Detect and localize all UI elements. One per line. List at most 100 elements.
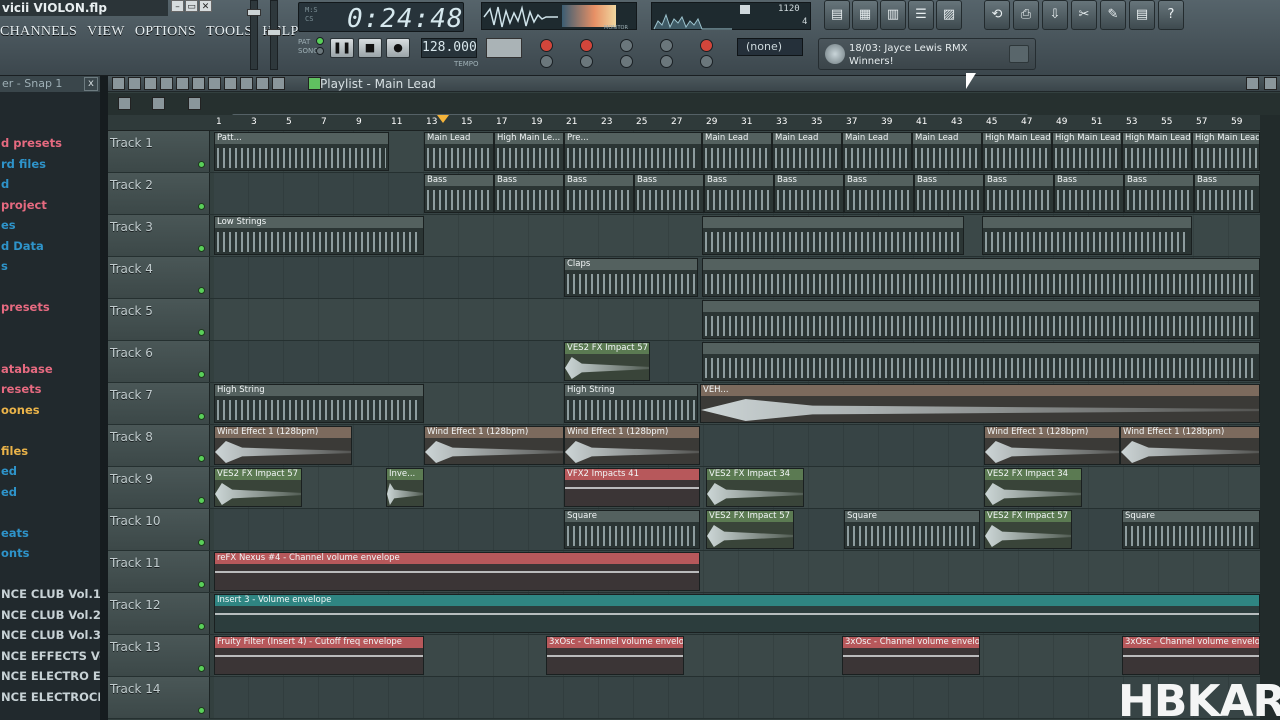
playlist-clip[interactable]: VES2 FX Impact 57 (564, 342, 650, 381)
pat-mode-led[interactable] (316, 37, 324, 45)
playlist-clip[interactable]: VES2 FX Impact 57 (214, 468, 302, 507)
playlist-clip[interactable]: Main Lead (772, 132, 842, 171)
pause-button[interactable]: ❚❚ (330, 38, 354, 58)
playlist-clip[interactable]: Bass (564, 174, 634, 213)
song-position-marker[interactable] (437, 115, 449, 123)
playlist-clip[interactable]: Bass (704, 174, 774, 213)
browser-item[interactable] (0, 277, 100, 298)
browser-item[interactable]: NCE ELECTROCH... (0, 687, 100, 708)
track-mute-led[interactable] (198, 497, 205, 504)
track-header[interactable]: Track 2 (108, 173, 210, 214)
track-header[interactable]: Track 10 (108, 509, 210, 550)
undo-icon[interactable]: ⟲ (984, 0, 1010, 30)
browser-item[interactable] (0, 318, 100, 339)
browser-item[interactable]: files (0, 441, 100, 462)
playlist-clip[interactable]: Inve... (386, 468, 424, 507)
slip-tool-icon[interactable] (208, 77, 221, 90)
automation-picker-icon[interactable] (188, 97, 201, 110)
track-lane[interactable]: High String High String VEH... (214, 383, 1260, 424)
track-header[interactable]: Track 14 (108, 677, 210, 718)
playlist-clip[interactable]: Bass (984, 174, 1054, 213)
browser-item[interactable]: resets (0, 379, 100, 400)
track-header[interactable]: Track 5 (108, 299, 210, 340)
browser-item[interactable]: NCE EFFECTS Vol.1 (0, 646, 100, 667)
info-icon[interactable]: ▤ (1129, 0, 1155, 30)
browser-item[interactable]: ed (0, 461, 100, 482)
playlist-clip[interactable]: High String (564, 384, 698, 423)
stop-button[interactable]: ■ (358, 38, 382, 58)
track-mute-led[interactable] (198, 245, 205, 252)
browser-item[interactable]: NCE CLUB Vol.1 (0, 584, 100, 605)
track-mute-led[interactable] (198, 623, 205, 630)
playlist-clip[interactable]: Wind Effect 1 (128bpm) (214, 426, 352, 465)
browser-item[interactable]: d presets (0, 133, 100, 154)
playlist-clip[interactable]: High Main Lead (1192, 132, 1260, 171)
playlist-clip[interactable] (702, 342, 1260, 381)
track-lane[interactable]: Insert 3 - Volume envelope (214, 593, 1260, 634)
track-mute-led[interactable] (198, 707, 205, 714)
playlist-clip[interactable]: Fruity Filter (Insert 4) - Cutoff freq e… (214, 636, 424, 675)
playlist-clip[interactable]: Bass (914, 174, 984, 213)
browser-item[interactable]: NCE CLUB Vol.3 (0, 625, 100, 646)
paint-tool-icon[interactable] (160, 77, 173, 90)
delete-tool-icon[interactable] (176, 77, 189, 90)
select-tool-icon[interactable] (240, 77, 253, 90)
playlist-clip[interactable]: 3xOsc - Channel volume envelope (546, 636, 684, 675)
playlist-clip[interactable]: Bass (1054, 174, 1124, 213)
menu-view[interactable]: VIEW (87, 24, 125, 40)
track-lane[interactable]: Bass Bass Bass Bass Bass Bass Bass Bass Bass Bass… (214, 173, 1260, 214)
browser-item[interactable] (0, 564, 100, 585)
playlist-detach-icon[interactable] (1246, 77, 1259, 90)
export-icon[interactable]: ⇩ (1042, 0, 1068, 30)
browser-item[interactable]: oones (0, 400, 100, 421)
track-header[interactable]: Track 8 (108, 425, 210, 466)
playlist-clip[interactable]: Bass (424, 174, 494, 213)
playlist-clip[interactable] (982, 216, 1192, 255)
plugin-icon[interactable]: ✂ (1071, 0, 1097, 30)
record-mode-icon[interactable] (540, 39, 553, 52)
playlist-clip[interactable]: VES2 FX Impact 57 (984, 510, 1072, 549)
settings-icon[interactable]: ✎ (1100, 0, 1126, 30)
browser-item[interactable]: s (0, 256, 100, 277)
playlist-clip[interactable]: Claps (564, 258, 698, 297)
track-mute-led[interactable] (198, 581, 205, 588)
playlist-clip[interactable]: Main Lead (424, 132, 494, 171)
playlist-clip[interactable]: Wind Effect 1 (128bpm) (1120, 426, 1260, 465)
track-lane[interactable]: Low Strings (214, 215, 1260, 256)
browser-item[interactable]: ed (0, 482, 100, 503)
track-header[interactable]: Track 12 (108, 593, 210, 634)
playlist-close-icon[interactable] (1264, 77, 1277, 90)
track-mute-led[interactable] (198, 287, 205, 294)
playlist-clip[interactable]: Square (844, 510, 980, 549)
magnet-icon[interactable] (128, 77, 141, 90)
menu-options[interactable]: OPTIONS (135, 24, 196, 40)
vertical-scrollbar[interactable] (1260, 115, 1280, 720)
browser-item[interactable]: d Data (0, 236, 100, 257)
playlist-clip[interactable]: High Main Le... (494, 132, 564, 171)
step-edit-icon[interactable] (660, 39, 673, 52)
track-mute-led[interactable] (198, 413, 205, 420)
browser-item[interactable]: es (0, 215, 100, 236)
pattern-picker-icon[interactable] (118, 97, 131, 110)
blend-icon[interactable] (700, 39, 713, 52)
playlist-clip[interactable]: Bass (1124, 174, 1194, 213)
browser-item[interactable]: rd files (0, 154, 100, 175)
browser-item[interactable]: atabase (0, 359, 100, 380)
browser-item[interactable]: NCE CLUB Vol.2 (0, 605, 100, 626)
playlist-clip[interactable]: High Main Lead (982, 132, 1052, 171)
playlist-clip[interactable]: reFX Nexus #4 - Channel volume envelope (214, 552, 700, 591)
track-mute-led[interactable] (198, 371, 205, 378)
browser-item[interactable] (0, 420, 100, 441)
playlist-clip[interactable]: Wind Effect 1 (128bpm) (984, 426, 1120, 465)
track-mute-led[interactable] (198, 665, 205, 672)
track-mute-led[interactable] (198, 161, 205, 168)
track-mute-led[interactable] (198, 329, 205, 336)
playlist-clip[interactable]: Main Lead (702, 132, 772, 171)
menu-channels[interactable]: CHANNELS (0, 24, 77, 40)
track-header[interactable]: Track 9 (108, 467, 210, 508)
browser-scrollbar[interactable] (100, 76, 108, 720)
restore-icon[interactable]: ▭ (185, 0, 198, 12)
browser-item[interactable] (0, 92, 100, 113)
track-lane[interactable]: Wind Effect 1 (128bpm) Wind Effect 1 (128… (214, 425, 1260, 466)
tempo-display[interactable]: 128.000 (421, 38, 477, 58)
